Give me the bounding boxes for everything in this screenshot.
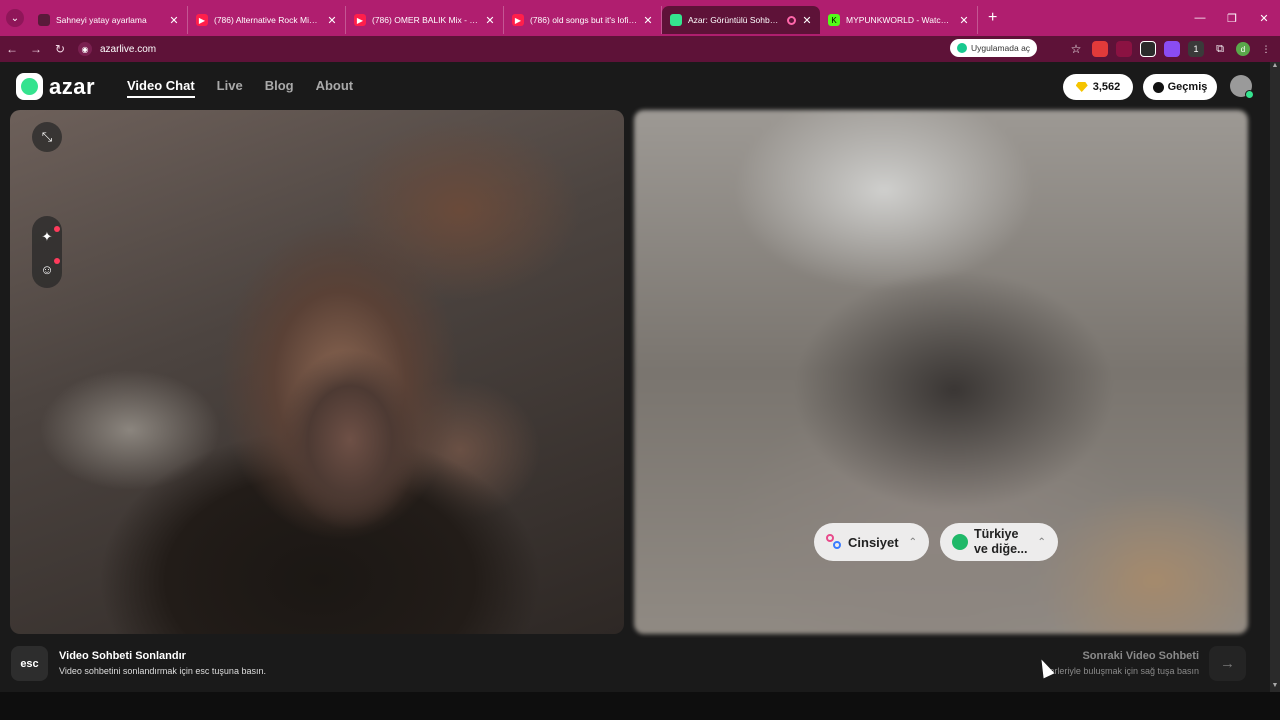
- nav-about[interactable]: About: [316, 78, 354, 98]
- main-nav: Video Chat Live Blog About: [127, 78, 353, 98]
- recording-icon: [787, 15, 796, 25]
- youtube-icon: ▶: [354, 14, 366, 26]
- globe-icon: [951, 534, 968, 550]
- tab-title: Sahneyi yatay ayarlama: [56, 15, 147, 25]
- end-chat-title: Video Sohbeti Sonlandır: [59, 650, 186, 662]
- notification-dot: [54, 258, 60, 264]
- gems-button[interactable]: 3,562: [1063, 74, 1133, 100]
- tab-1[interactable]: ▶ (786) Alternative Rock Mix Playlist ✕: [188, 6, 346, 34]
- tab-4[interactable]: Azar: Görüntülü Sohbet, Arkadaş ✕: [662, 6, 820, 34]
- close-icon[interactable]: ✕: [169, 14, 179, 27]
- close-icon[interactable]: ✕: [802, 14, 812, 27]
- tab-title: MYPUNKWORLD - Watch clips: [846, 15, 953, 25]
- forward-icon[interactable]: →: [24, 42, 48, 56]
- end-chat-hint: Video sohbetini sonlandırmak için esc tu…: [59, 666, 266, 676]
- open-in-app-button[interactable]: Uygulamada aç: [950, 39, 1038, 57]
- tab-title: Azar: Görüntülü Sohbet, Arkadaş: [688, 15, 781, 25]
- region-line-1: Türkiye: [973, 527, 1019, 541]
- local-video: ⤡ ✦ ☺: [10, 110, 624, 634]
- chevron-up-icon: ⌃: [1037, 536, 1046, 548]
- tab-5[interactable]: K MYPUNKWORLD - Watch clips ✕: [820, 6, 978, 34]
- minimize-video-icon[interactable]: ⤡: [32, 122, 62, 152]
- open-in-app-label: Uygulamada aç: [971, 43, 1031, 53]
- effects-group: ✦ ☺: [32, 216, 62, 288]
- close-icon[interactable]: ✕: [485, 14, 495, 27]
- tab-0[interactable]: Sahneyi yatay ayarlama ✕: [30, 6, 188, 34]
- scroll-down-icon[interactable]: ▼: [1270, 682, 1280, 692]
- close-window-icon[interactable]: ✕: [1248, 12, 1280, 25]
- logo-text: azar: [49, 73, 96, 99]
- address-bar[interactable]: ◉ azarlive.com: [78, 38, 948, 60]
- back-icon[interactable]: ←: [0, 42, 24, 56]
- bottom-bar: esc Video Sohbeti Sonlandır Video sohbet…: [0, 634, 1270, 692]
- notification-dot: [54, 226, 60, 232]
- close-icon[interactable]: ✕: [643, 14, 653, 27]
- tab-2[interactable]: ▶ (786) OMER BALIK Mix - Best of ✕: [346, 6, 504, 34]
- gender-filter-label: Cinsiyet: [848, 534, 899, 550]
- extension-icon[interactable]: 1: [1188, 41, 1204, 57]
- user-avatar[interactable]: [1230, 75, 1254, 99]
- history-label: Geçmiş: [1167, 81, 1208, 93]
- azar-favicon-icon: [670, 14, 682, 26]
- nav-blog[interactable]: Blog: [265, 78, 294, 98]
- toolbar-actions: ☆ 1 ⧉ d ⋮: [1068, 36, 1274, 62]
- history-button[interactable]: Geçmiş: [1143, 74, 1217, 100]
- online-badge: [1245, 90, 1254, 99]
- youtube-icon: ▶: [196, 14, 208, 26]
- tab-3[interactable]: ▶ (786) old songs but it's lofi remix ✕: [504, 6, 662, 34]
- tab-title: (786) Alternative Rock Mix Playlist: [214, 15, 321, 25]
- extension-icon[interactable]: [1164, 41, 1180, 57]
- nav-video-chat[interactable]: Video Chat: [127, 78, 195, 98]
- next-arrow-button[interactable]: →: [1209, 646, 1246, 681]
- extension-icon[interactable]: [1092, 41, 1108, 57]
- next-chat-hint: erleriyle buluşmak için sağ tuşa basın: [1049, 666, 1199, 676]
- esc-key-button[interactable]: esc: [11, 646, 48, 681]
- azar-logo-icon: [16, 73, 43, 100]
- nav-live[interactable]: Live: [217, 78, 243, 98]
- page-scrollbar[interactable]: ▲ ▼: [1270, 62, 1280, 692]
- close-icon[interactable]: ✕: [327, 14, 337, 27]
- gender-icon: [826, 534, 842, 550]
- youtube-icon: ▶: [512, 14, 524, 26]
- gender-filter-button[interactable]: Cinsiyet ⌃: [814, 523, 929, 561]
- azar-page: azar Video Chat Live Blog About 3,562 Ge…: [0, 62, 1270, 692]
- gems-count: 3,562: [1092, 81, 1121, 93]
- extension-icon[interactable]: [1140, 41, 1156, 57]
- clock-icon: [1152, 81, 1164, 93]
- puzzle-icon[interactable]: ⧉: [1212, 41, 1228, 57]
- profile-avatar[interactable]: d: [1236, 42, 1250, 56]
- region-filter-label: Türkiye ve diğe...: [974, 527, 1028, 557]
- bookmark-star-icon[interactable]: ☆: [1068, 41, 1084, 57]
- menu-kebab-icon[interactable]: ⋮: [1258, 41, 1274, 57]
- region-filter-button[interactable]: Türkiye ve diğe... ⌃: [939, 523, 1058, 561]
- site-info-icon[interactable]: ◉: [78, 42, 92, 56]
- reload-icon[interactable]: ↻: [48, 42, 72, 56]
- app-icon: [957, 43, 967, 53]
- tab-favicon-icon: [38, 14, 50, 26]
- tab-strip: ⌄ Sahneyi yatay ayarlama ✕ ▶ (786) Alter…: [0, 0, 1280, 36]
- kick-icon: K: [828, 14, 840, 26]
- minimize-icon[interactable]: —: [1184, 12, 1216, 24]
- tab-title: (786) old songs but it's lofi remix: [530, 15, 637, 25]
- new-tab-button[interactable]: +: [988, 9, 997, 27]
- azar-logo[interactable]: azar: [16, 73, 95, 100]
- scroll-up-icon[interactable]: ▲: [1270, 62, 1280, 72]
- next-chat-title: Sonraki Video Sohbeti: [1082, 650, 1199, 662]
- extension-badge: 1: [1193, 44, 1199, 54]
- region-line-2: ve diğe...: [973, 542, 1028, 556]
- window-controls: — ❐ ✕: [1184, 0, 1280, 36]
- tab-title: (786) OMER BALIK Mix - Best of: [372, 15, 479, 25]
- restore-icon[interactable]: ❐: [1216, 12, 1248, 25]
- close-icon[interactable]: ✕: [959, 14, 969, 27]
- arrow-right-icon: →: [1220, 655, 1235, 672]
- site-header: azar Video Chat Live Blog About 3,562 Ge…: [0, 62, 1270, 110]
- gem-icon: [1075, 82, 1088, 92]
- chevron-up-icon: ⌃: [908, 536, 917, 548]
- url-text[interactable]: azarlive.com: [100, 44, 156, 55]
- window-bottom-edge: [0, 692, 1280, 720]
- tab-search-chevron-icon[interactable]: ⌄: [6, 9, 24, 27]
- extension-icon[interactable]: [1116, 41, 1132, 57]
- match-filters: Cinsiyet ⌃ Türkiye ve diğe... ⌃: [814, 523, 1058, 561]
